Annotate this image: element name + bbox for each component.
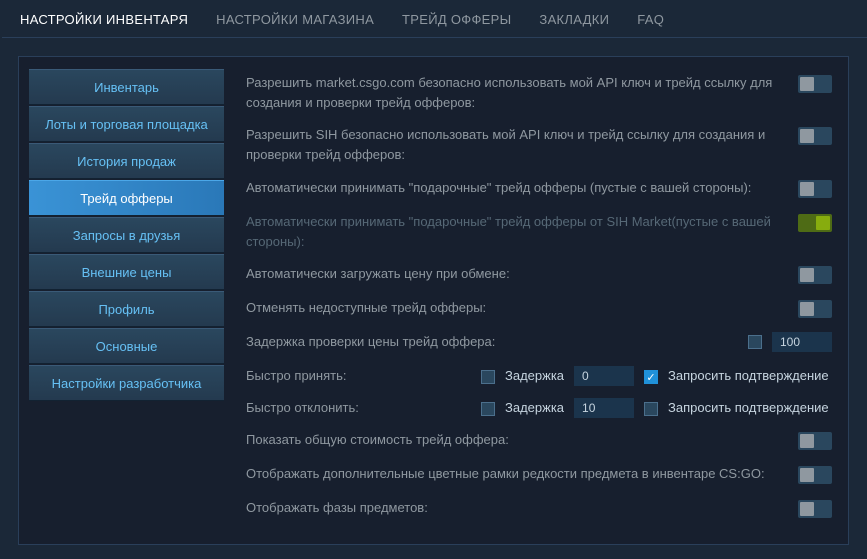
nav-item-4[interactable]: FAQ: [637, 12, 664, 27]
sidebar-item-3[interactable]: Трейд офферы: [29, 180, 224, 216]
label-decline-confirm: Запросить подтверждение: [668, 400, 829, 415]
input-accept-delay[interactable]: [574, 366, 634, 386]
input-decline-delay[interactable]: [574, 398, 634, 418]
toggle-phases[interactable]: [798, 500, 832, 518]
settings-main: Разрешить market.csgo.com безопасно испо…: [224, 69, 838, 532]
toggle-cancel-unavail[interactable]: [798, 300, 832, 318]
setting-label-phases: Отображать фазы предметов:: [246, 498, 788, 518]
label-accept-delay: Задержка: [505, 368, 564, 383]
sidebar-item-4[interactable]: Запросы в друзья: [29, 217, 224, 253]
nav-item-2[interactable]: ТРЕЙД ОФФЕРЫ: [402, 12, 511, 27]
checkbox-accept-confirm[interactable]: ✓: [644, 370, 658, 384]
nav-item-1[interactable]: НАСТРОЙКИ МАГАЗИНА: [216, 12, 374, 27]
sidebar-item-8[interactable]: Настройки разработчика: [29, 365, 224, 401]
setting-label-total-cost: Показать общую стоимость трейд оффера:: [246, 430, 788, 450]
sidebar-item-0[interactable]: Инвентарь: [29, 69, 224, 105]
label-accept-confirm: Запросить подтверждение: [668, 368, 829, 383]
checkbox-price-delay[interactable]: [748, 335, 762, 349]
toggle-auto-gift-sih[interactable]: [798, 214, 832, 232]
setting-label-sih-api: Разрешить SIH безопасно использовать мой…: [246, 125, 788, 165]
setting-label-auto-gift-sih: Автоматически принимать "подарочные" тре…: [246, 212, 788, 252]
setting-label-auto-gift: Автоматически принимать "подарочные" тре…: [246, 178, 788, 198]
setting-label-market-api: Разрешить market.csgo.com безопасно испо…: [246, 73, 788, 113]
label-decline-delay: Задержка: [505, 400, 564, 415]
top-nav: НАСТРОЙКИ ИНВЕНТАРЯ НАСТРОЙКИ МАГАЗИНА ТРЕ…: [2, 0, 867, 38]
toggle-total-cost[interactable]: [798, 432, 832, 450]
setting-label-rarity-frames: Отображать дополнительные цветные рамки …: [246, 464, 788, 484]
sidebar-item-2[interactable]: История продаж: [29, 143, 224, 179]
sidebar-item-1[interactable]: Лоты и торговая площадка: [29, 106, 224, 142]
setting-label-price-delay: Задержка проверки цены трейд оффера:: [246, 332, 738, 352]
settings-panel: ИнвентарьЛоты и торговая площадкаИстория…: [18, 56, 849, 545]
toggle-auto-price[interactable]: [798, 266, 832, 284]
nav-item-3[interactable]: ЗАКЛАДКИ: [539, 12, 609, 27]
input-price-delay[interactable]: [772, 332, 832, 352]
toggle-market-api[interactable]: [798, 75, 832, 93]
sidebar-item-7[interactable]: Основные: [29, 328, 224, 364]
sidebar-item-6[interactable]: Профиль: [29, 291, 224, 327]
setting-label-auto-price: Автоматически загружать цену при обмене:: [246, 264, 788, 284]
toggle-rarity-frames[interactable]: [798, 466, 832, 484]
sidebar-item-5[interactable]: Внешние цены: [29, 254, 224, 290]
setting-label-cancel-unavail: Отменять недоступные трейд офферы:: [246, 298, 788, 318]
sidebar: ИнвентарьЛоты и торговая площадкаИстория…: [29, 69, 224, 532]
checkbox-accept-delay[interactable]: [481, 370, 495, 384]
nav-item-0[interactable]: НАСТРОЙКИ ИНВЕНТАРЯ: [20, 12, 188, 27]
checkbox-decline-delay[interactable]: [481, 402, 495, 416]
toggle-sih-api[interactable]: [798, 127, 832, 145]
toggle-auto-gift[interactable]: [798, 180, 832, 198]
label-quick-accept: Быстро принять:: [246, 368, 471, 383]
checkbox-decline-confirm[interactable]: [644, 402, 658, 416]
label-quick-decline: Быстро отклонить:: [246, 400, 471, 415]
